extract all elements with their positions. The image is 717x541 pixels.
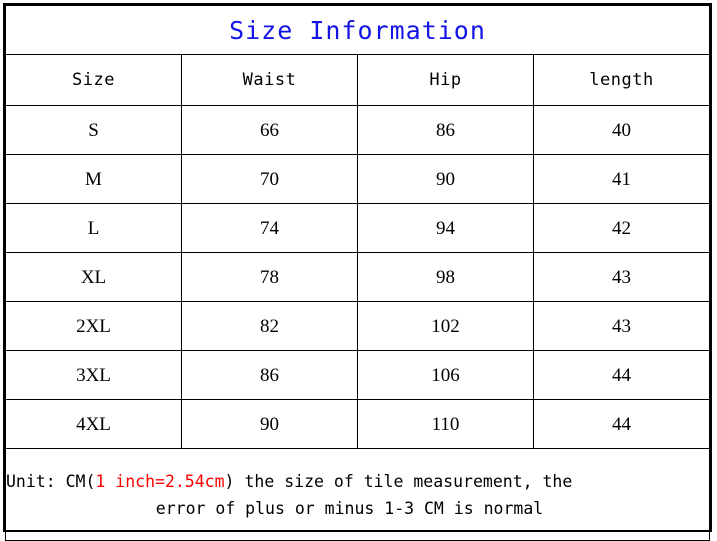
cell-value: 41 <box>612 168 631 190</box>
column-header-size: Size <box>5 54 182 106</box>
cell-hip: 98 <box>357 252 534 302</box>
note-row: Unit: CM(1 inch=2.54cm) the size of tile … <box>5 448 710 541</box>
cell-hip: 106 <box>357 350 534 400</box>
cell-value: 44 <box>612 364 631 386</box>
cell-length: 43 <box>533 252 710 302</box>
table-row: 2XL 82 102 43 <box>5 301 710 351</box>
cell-value: 40 <box>612 119 631 141</box>
cell-hip: 90 <box>357 154 534 204</box>
column-header-hip: Hip <box>357 54 534 106</box>
column-header-length: length <box>533 54 710 106</box>
cell-waist: 90 <box>181 399 358 449</box>
cell-length: 44 <box>533 399 710 449</box>
cell-size: M <box>5 154 182 204</box>
cell-waist: 66 <box>181 105 358 155</box>
cell-length: 44 <box>533 350 710 400</box>
title-row: Size Information <box>5 5 710 55</box>
table-row: 4XL 90 110 44 <box>5 399 710 449</box>
cell-value: M <box>85 168 102 190</box>
cell-value: 43 <box>612 315 631 337</box>
measurement-note-cell: Unit: CM(1 inch=2.54cm) the size of tile … <box>5 448 710 541</box>
column-header-waist: Waist <box>181 54 358 106</box>
note-line-one: Unit: CM(1 inch=2.54cm) the size of tile … <box>6 468 709 495</box>
cell-value: 43 <box>612 266 631 288</box>
cell-size: 2XL <box>5 301 182 351</box>
table-row: XL 78 98 43 <box>5 252 710 302</box>
cell-value: 42 <box>612 217 631 239</box>
cell-waist: 74 <box>181 203 358 253</box>
cell-value: 2XL <box>76 315 111 337</box>
note-line-two: error of plus or minus 1-3 CM is normal <box>155 498 544 518</box>
title-cell: Size Information <box>5 5 710 55</box>
cell-waist: 78 <box>181 252 358 302</box>
cell-value: 4XL <box>76 413 111 435</box>
cell-hip: 102 <box>357 301 534 351</box>
cell-value: 44 <box>612 413 631 435</box>
cell-value: 74 <box>260 217 279 239</box>
table-header-row: Size Waist Hip length <box>5 54 710 106</box>
cell-value: 82 <box>260 315 279 337</box>
cell-waist: 82 <box>181 301 358 351</box>
note-unit-suffix: ) <box>224 471 235 491</box>
cell-value: 102 <box>431 315 460 337</box>
measurement-note: Unit: CM(1 inch=2.54cm) the size of tile … <box>6 468 709 522</box>
cell-value: S <box>88 119 99 141</box>
cell-value: 90 <box>260 413 279 435</box>
cell-value: L <box>87 217 100 239</box>
cell-hip: 86 <box>357 105 534 155</box>
note-unit-prefix: Unit: CM( <box>6 471 96 491</box>
cell-value: 98 <box>436 266 455 288</box>
cell-value: 3XL <box>76 364 111 386</box>
cell-length: 40 <box>533 105 710 155</box>
cell-value: 66 <box>260 119 279 141</box>
cell-size: 3XL <box>5 350 182 400</box>
cell-waist: 70 <box>181 154 358 204</box>
cell-value: 70 <box>260 168 279 190</box>
cell-value: 86 <box>436 119 455 141</box>
note-line-one-rest: the size of tile measurement, the <box>244 471 573 491</box>
size-information-table: Size Information Size Waist Hip length S <box>5 5 710 541</box>
column-header-length-label: length <box>589 70 654 90</box>
column-header-hip-label: Hip <box>429 70 462 90</box>
cell-size: L <box>5 203 182 253</box>
cell-waist: 86 <box>181 350 358 400</box>
cell-length: 41 <box>533 154 710 204</box>
cell-length: 42 <box>533 203 710 253</box>
table-row: S 66 86 40 <box>5 105 710 155</box>
cell-value: 106 <box>431 364 460 386</box>
cell-length: 43 <box>533 301 710 351</box>
cell-hip: 110 <box>357 399 534 449</box>
cell-size: 4XL <box>5 399 182 449</box>
table-row: M 70 90 41 <box>5 154 710 204</box>
table-row: L 74 94 42 <box>5 203 710 253</box>
cell-size: XL <box>5 252 182 302</box>
cell-value: 90 <box>436 168 455 190</box>
page-title: Size Information <box>229 15 486 45</box>
note-inch-conversion: 1 inch=2.54cm <box>95 471 225 491</box>
cell-size: S <box>5 105 182 155</box>
cell-value: 78 <box>260 266 279 288</box>
size-chart-frame: Size Information Size Waist Hip length S <box>3 3 712 541</box>
cell-value: 110 <box>431 413 460 435</box>
cell-value: 86 <box>260 364 279 386</box>
cell-value: 94 <box>436 217 455 239</box>
table-row: 3XL 86 106 44 <box>5 350 710 400</box>
cell-hip: 94 <box>357 203 534 253</box>
column-header-size-label: Size <box>72 70 115 90</box>
cell-value: XL <box>80 266 107 288</box>
column-header-waist-label: Waist <box>242 70 297 90</box>
